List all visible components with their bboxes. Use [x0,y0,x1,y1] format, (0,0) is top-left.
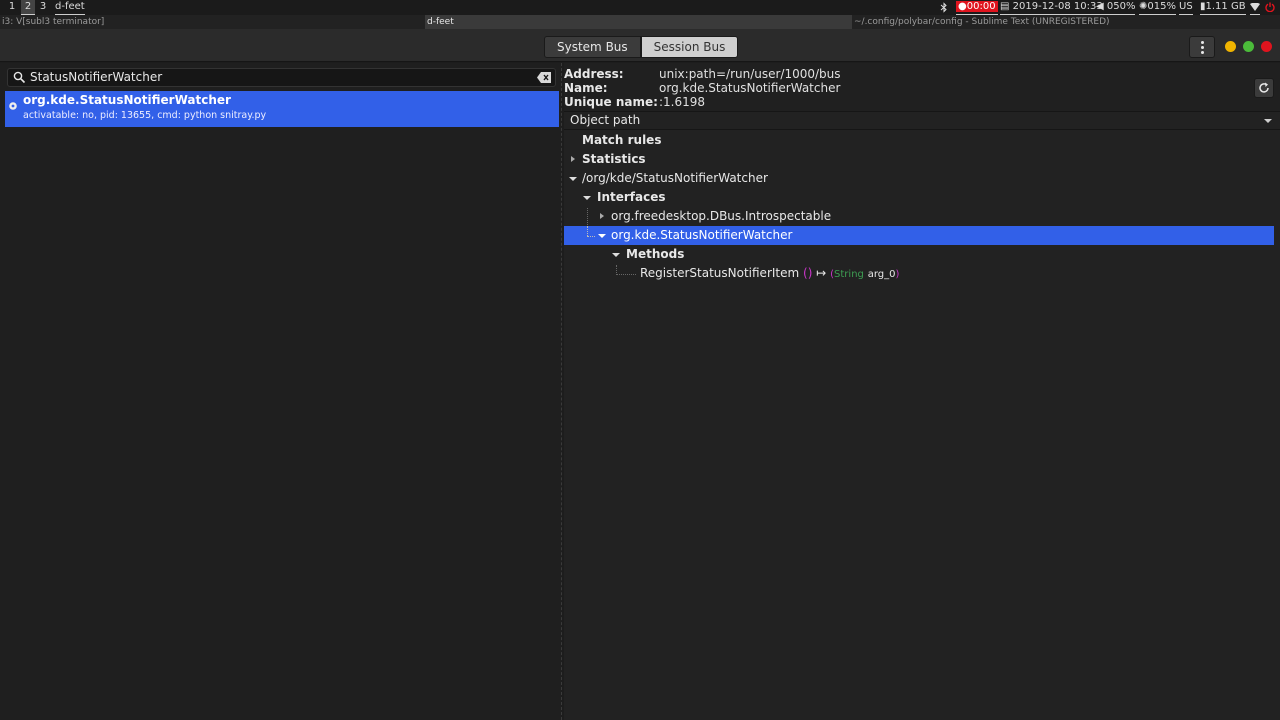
tree-row-watcher-interface[interactable]: org.kde.StatusNotifierWatcher [564,226,1274,245]
collapse-arrow-icon[interactable] [569,177,577,181]
address-label: Address: [564,67,624,81]
system-bar: 1 2 3 d-feet ●00:00 ▤ 2019-12-08 10:33 ◀… [0,0,1280,15]
introspectable-interface-label: org.freedesktop.DBus.Introspectable [611,209,832,223]
tree-row-match-rules[interactable]: Match rules [564,131,1280,150]
interfaces-label: Interfaces [597,190,666,204]
workspace-1[interactable]: 1 [5,0,19,15]
expand-arrow-icon[interactable] [571,156,575,162]
i3-tab-bar: i3: V[subl3 terminator] d-feet ~/.config… [0,15,1280,29]
name-value: org.kde.StatusNotifierWatcher [659,81,841,95]
methods-label: Methods [626,247,685,261]
maximize-button[interactable] [1243,41,1254,52]
match-rules-label: Match rules [582,133,662,147]
memory-module[interactable]: ▮1.11 GB [1200,0,1246,15]
method-out-type: String [834,269,864,280]
minimize-button[interactable] [1225,41,1236,52]
calendar-icon: ▤ [1000,1,1010,12]
object-tree[interactable]: Object path Match rules Statistics /org/… [564,111,1280,720]
workspace-3[interactable]: 3 [36,0,50,15]
session-bus-button[interactable]: Session Bus [640,36,739,58]
memory-text: 1.11 GB [1205,1,1246,12]
tree-row-statistics[interactable]: Statistics [564,150,1280,169]
tab-sublime[interactable]: ~/.config/polybar/config - Sublime Text … [852,15,1280,29]
brightness-text: 015% [1147,1,1176,12]
workspace-2[interactable]: 2 [21,0,35,15]
brightness-module[interactable]: ✺015% [1139,0,1176,15]
keyboard-layout[interactable]: US [1179,0,1193,15]
header-bar: System Bus Session Bus [0,29,1280,62]
bus-detail-pane: Address: unix:path=/run/user/1000/bus Na… [564,63,1280,720]
watcher-interface-label: org.kde.StatusNotifierWatcher [611,228,793,242]
returns-arrow-icon: ↦ [816,266,827,280]
name-label: Name: [564,81,608,95]
wifi-icon[interactable] [1250,0,1260,15]
refresh-button[interactable] [1254,78,1274,98]
method-out-arg: arg_0 [867,269,896,280]
process-gear-icon [9,102,17,110]
tree-row-method[interactable]: RegisterStatusNotifierItem () ↦ (String … [564,264,1280,283]
close-button[interactable] [1261,41,1272,52]
tab-d-feet[interactable]: d-feet [425,15,852,29]
kebab-menu-icon [1201,41,1204,44]
method-name: RegisterStatusNotifierItem [640,266,800,280]
bus-name-list-pane: StatusNotifierWatcher org.kde.StatusNoti… [0,63,562,720]
clear-search-icon[interactable] [537,72,551,83]
bus-switcher: System Bus Session Bus [544,36,739,58]
method-out-close: ) [895,269,900,280]
tree-row-methods[interactable]: Methods [564,245,1280,264]
tree-row-object-path[interactable]: /org/kde/StatusNotifierWatcher [564,169,1280,188]
tree-guide-line [587,226,588,236]
datetime-module[interactable]: ▤ 2019-12-08 10:33 [1000,0,1103,15]
bluetooth-icon[interactable] [940,0,948,15]
speaker-icon: ◀ [1096,1,1104,12]
expand-arrow-icon[interactable] [600,213,604,219]
search-input[interactable]: StatusNotifierWatcher [30,70,162,84]
bus-details: activatable: no, pid: 13655, cmd: python… [23,110,267,121]
unique-name-value: :1.6198 [659,95,706,109]
method-signature: RegisterStatusNotifierItem () ↦ (String … [640,264,899,284]
record-dot-icon: ● [958,1,967,12]
method-in-args: () [803,266,813,280]
app-menu-button[interactable] [1189,36,1215,58]
object-path-label: /org/kde/StatusNotifierWatcher [582,171,768,185]
unique-name-label: Unique name: [564,95,658,109]
collapse-arrow-icon[interactable] [612,253,620,257]
system-bus-button[interactable]: System Bus [544,36,641,58]
power-icon[interactable] [1265,0,1275,15]
address-value: unix:path=/run/user/1000/bus [659,67,841,81]
volume-module[interactable]: ◀ 050% [1096,0,1136,15]
tree-guide-line [587,236,595,237]
tree-row-introspectable[interactable]: org.freedesktop.DBus.Introspectable [564,207,1280,226]
screen-record-indicator[interactable]: ●00:00 [956,0,998,15]
focused-window-title: d-feet [55,0,85,15]
record-time: 00:00 [966,1,996,12]
chevron-down-icon[interactable] [1264,119,1272,123]
tree-column-header[interactable]: Object path [564,112,1280,130]
search-field[interactable]: StatusNotifierWatcher [7,68,556,87]
tab-terminator[interactable]: i3: V[subl3 terminator] [0,15,425,29]
bus-name: org.kde.StatusNotifierWatcher [23,93,231,107]
object-path-header: Object path [570,113,641,127]
collapse-arrow-icon[interactable] [583,196,591,200]
datetime-text: 2019-12-08 10:33 [1012,1,1103,12]
search-icon [13,71,26,84]
statistics-label: Statistics [582,152,646,166]
tree-row-interfaces[interactable]: Interfaces [564,188,1280,207]
collapse-arrow-icon[interactable] [598,234,606,238]
volume-text: 050% [1106,1,1136,12]
list-item[interactable]: org.kde.StatusNotifierWatcher activatabl… [5,91,559,127]
refresh-icon [1259,82,1269,93]
